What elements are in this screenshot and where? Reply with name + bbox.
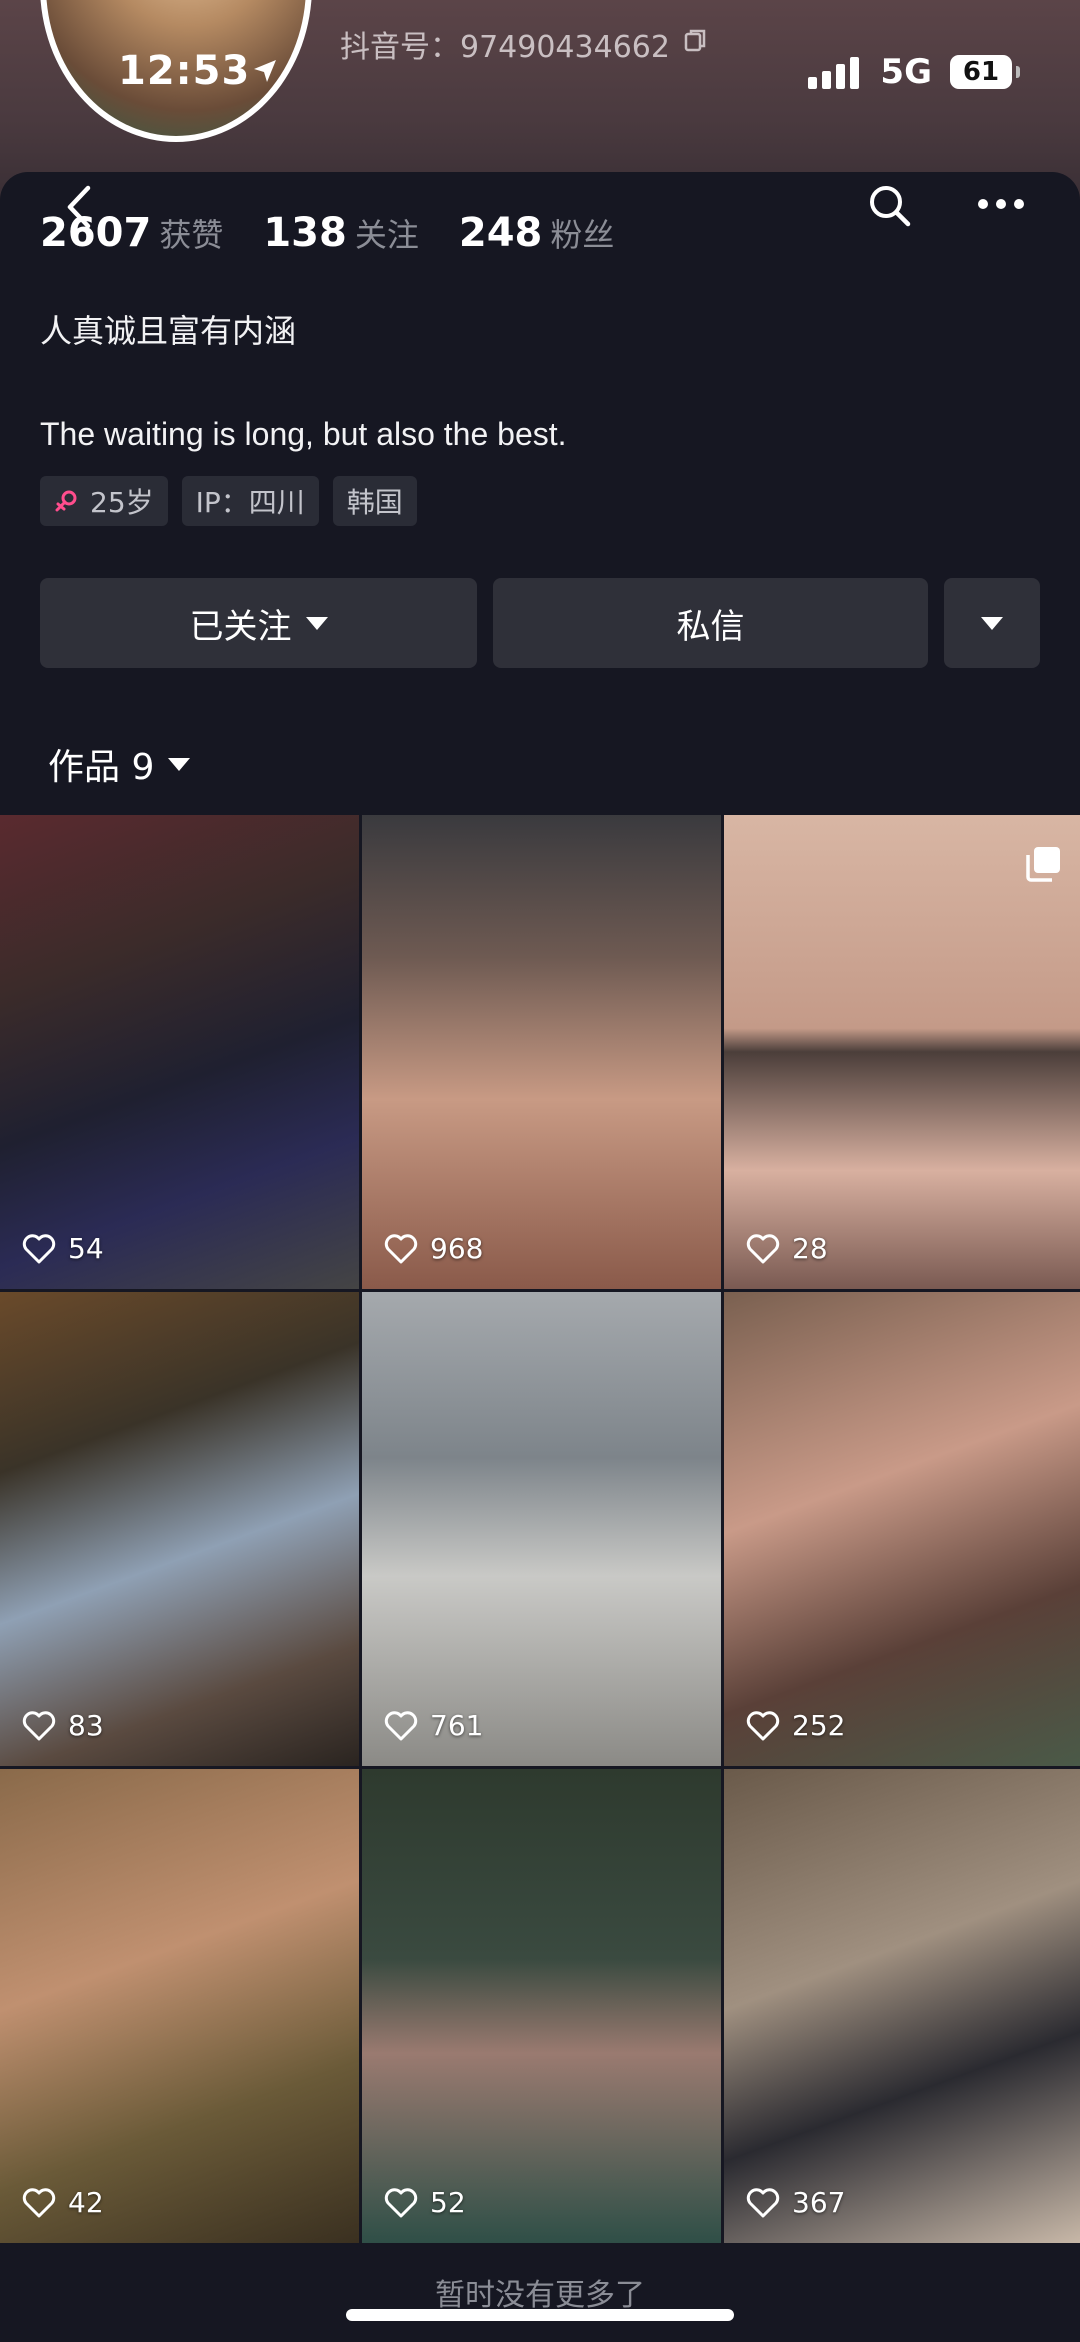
heart-icon bbox=[384, 2187, 418, 2217]
message-button[interactable]: 私信 bbox=[493, 578, 928, 668]
ip-tag: IP：四川 bbox=[181, 476, 319, 526]
location-arrow-icon bbox=[254, 60, 276, 82]
copy-icon[interactable] bbox=[682, 26, 710, 54]
status-time: 12:53 bbox=[118, 48, 251, 94]
like-count: 367 bbox=[746, 2186, 845, 2219]
followers-count[interactable]: 248 bbox=[459, 210, 543, 256]
works-label: 作品 9 bbox=[48, 747, 155, 788]
heart-icon bbox=[384, 1233, 418, 1263]
home-indicator[interactable] bbox=[346, 2309, 734, 2321]
region-tag: 韩国 bbox=[332, 476, 417, 526]
like-count-text: 54 bbox=[68, 1232, 104, 1265]
heart-icon bbox=[384, 1710, 418, 1740]
followers-label: 粉丝 bbox=[550, 216, 615, 254]
like-count: 42 bbox=[22, 2186, 104, 2219]
like-count: 968 bbox=[384, 1232, 483, 1265]
signal-icon bbox=[808, 57, 860, 89]
heart-icon bbox=[22, 2187, 56, 2217]
network-type: 5G bbox=[880, 52, 932, 92]
works-tab[interactable]: 作品 9 bbox=[48, 738, 191, 790]
heart-icon bbox=[22, 1710, 56, 1740]
likes-count[interactable]: 2607 bbox=[40, 210, 151, 256]
followed-button[interactable]: 已关注 bbox=[40, 578, 477, 668]
caret-down-icon bbox=[981, 616, 1003, 630]
battery-indicator: 61 bbox=[950, 55, 1012, 89]
like-count-text: 761 bbox=[430, 1709, 484, 1742]
video-thumbnail[interactable]: 54 bbox=[0, 815, 359, 1289]
heart-icon bbox=[746, 1710, 780, 1740]
like-count: 761 bbox=[384, 1709, 483, 1742]
heart-icon bbox=[22, 1233, 56, 1263]
image-post-thumbnail[interactable]: 28 bbox=[724, 815, 1080, 1289]
douyin-id: 抖音号：97490434662 bbox=[340, 30, 670, 65]
caret-down-icon bbox=[168, 757, 191, 771]
followed-label: 已关注 bbox=[189, 606, 292, 647]
following-label: 关注 bbox=[354, 216, 419, 254]
like-count: 28 bbox=[746, 1232, 828, 1265]
like-count-text: 28 bbox=[792, 1232, 828, 1265]
video-thumbnail[interactable]: 968 bbox=[362, 815, 721, 1289]
like-count-text: 968 bbox=[430, 1232, 484, 1265]
message-label: 私信 bbox=[676, 606, 745, 647]
video-thumbnail[interactable]: 42 bbox=[0, 1769, 359, 2243]
bio-line-2: The waiting is long, but also the best. bbox=[40, 416, 567, 452]
search-icon[interactable] bbox=[866, 182, 914, 230]
heart-icon bbox=[746, 2187, 780, 2217]
like-count: 83 bbox=[22, 1709, 104, 1742]
more-actions-button[interactable] bbox=[944, 578, 1040, 668]
video-thumbnail[interactable]: 252 bbox=[724, 1292, 1080, 1766]
like-count: 52 bbox=[384, 2186, 466, 2219]
heart-icon bbox=[746, 1233, 780, 1263]
works-grid: 54 968 28 83 761 252 42 52 367 bbox=[0, 815, 1080, 2243]
like-count-text: 42 bbox=[68, 2186, 104, 2219]
battery-tip bbox=[1016, 66, 1020, 78]
more-icon[interactable] bbox=[976, 196, 1026, 212]
video-thumbnail[interactable]: 367 bbox=[724, 1769, 1080, 2243]
caret-down-icon bbox=[305, 616, 328, 630]
status-bar-right: 5G 61 bbox=[806, 52, 1020, 92]
multi-image-icon bbox=[1026, 847, 1060, 882]
age-text: 25岁 bbox=[90, 486, 154, 519]
no-more-text: 暂时没有更多了 bbox=[435, 2278, 645, 2313]
like-count-text: 83 bbox=[68, 1709, 104, 1742]
video-thumbnail[interactable]: 761 bbox=[362, 1292, 721, 1766]
profile-tags: 25岁 IP：四川 韩国 bbox=[40, 476, 417, 526]
age-tag: 25岁 bbox=[40, 476, 168, 526]
bio-line-1: 人真诚且富有内涵 bbox=[40, 312, 297, 350]
like-count: 252 bbox=[746, 1709, 845, 1742]
following-count[interactable]: 138 bbox=[263, 210, 347, 256]
profile-stats: 2607 获赞 138 关注 248 粉丝 bbox=[40, 210, 654, 256]
like-count: 54 bbox=[22, 1232, 104, 1265]
video-thumbnail[interactable]: 52 bbox=[362, 1769, 721, 2243]
like-count-text: 52 bbox=[430, 2186, 466, 2219]
likes-label: 获赞 bbox=[159, 216, 224, 254]
like-count-text: 252 bbox=[792, 1709, 846, 1742]
female-icon bbox=[55, 490, 77, 512]
like-count-text: 367 bbox=[792, 2186, 846, 2219]
video-thumbnail[interactable]: 83 bbox=[0, 1292, 359, 1766]
